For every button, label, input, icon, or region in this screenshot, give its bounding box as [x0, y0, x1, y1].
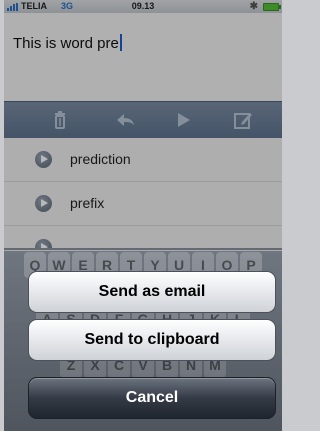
send-as-email-button[interactable]: Send as email — [28, 271, 276, 313]
send-to-clipboard-button[interactable]: Send to clipboard — [28, 319, 276, 361]
cancel-button[interactable]: Cancel — [28, 377, 276, 419]
action-sheet: Send as email Send to clipboard Cancel — [4, 250, 282, 431]
app-screen: TELIA 3G 09.13 ✱ This is word pre predic… — [4, 0, 282, 431]
